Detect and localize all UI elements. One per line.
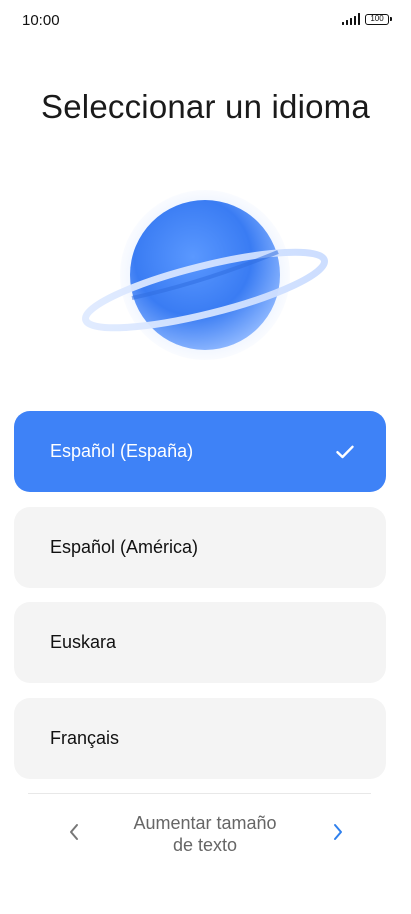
language-option-francais[interactable]: Français bbox=[14, 697, 386, 779]
language-option-espanol-espana[interactable]: Español (España) bbox=[14, 411, 386, 492]
next-button[interactable] bbox=[326, 820, 350, 844]
text-size-line-2: de texto bbox=[172, 835, 238, 855]
page-title: Seleccionar un idioma bbox=[41, 88, 370, 125]
language-label: Euskara bbox=[50, 632, 117, 652]
divider bbox=[28, 793, 371, 794]
status-time: 10:00 bbox=[22, 12, 60, 29]
chevron-right-icon bbox=[334, 824, 342, 840]
language-option-espanol-america[interactable]: Español (América) bbox=[14, 506, 386, 588]
signal-icon bbox=[341, 13, 360, 25]
globe-planet-icon bbox=[82, 190, 328, 360]
chevron-left-icon bbox=[70, 824, 78, 840]
language-label: Français bbox=[50, 727, 120, 748]
back-button[interactable] bbox=[62, 820, 86, 844]
language-label: Español (España) bbox=[50, 441, 194, 461]
footer-nav: Aumentar tamaño de texto bbox=[0, 810, 411, 862]
screen: 10:00 100 Seleccionar un idioma Español … bbox=[0, 0, 411, 914]
language-list: Español (España) Español (América) Euska… bbox=[14, 411, 386, 793]
language-option-euskara[interactable]: Euskara bbox=[14, 602, 386, 683]
text-size-button[interactable]: Aumentar tamaño de texto bbox=[105, 812, 305, 856]
language-label: Español (América) bbox=[50, 536, 199, 557]
status-bar: 10:00 100 bbox=[0, 0, 411, 44]
text-size-line-1: Aumentar tamaño bbox=[133, 813, 277, 833]
checkmark-icon bbox=[336, 445, 354, 458]
battery-icon: 100 bbox=[365, 13, 392, 25]
battery-level: 100 bbox=[370, 14, 384, 23]
status-icons: 100 bbox=[341, 13, 392, 25]
